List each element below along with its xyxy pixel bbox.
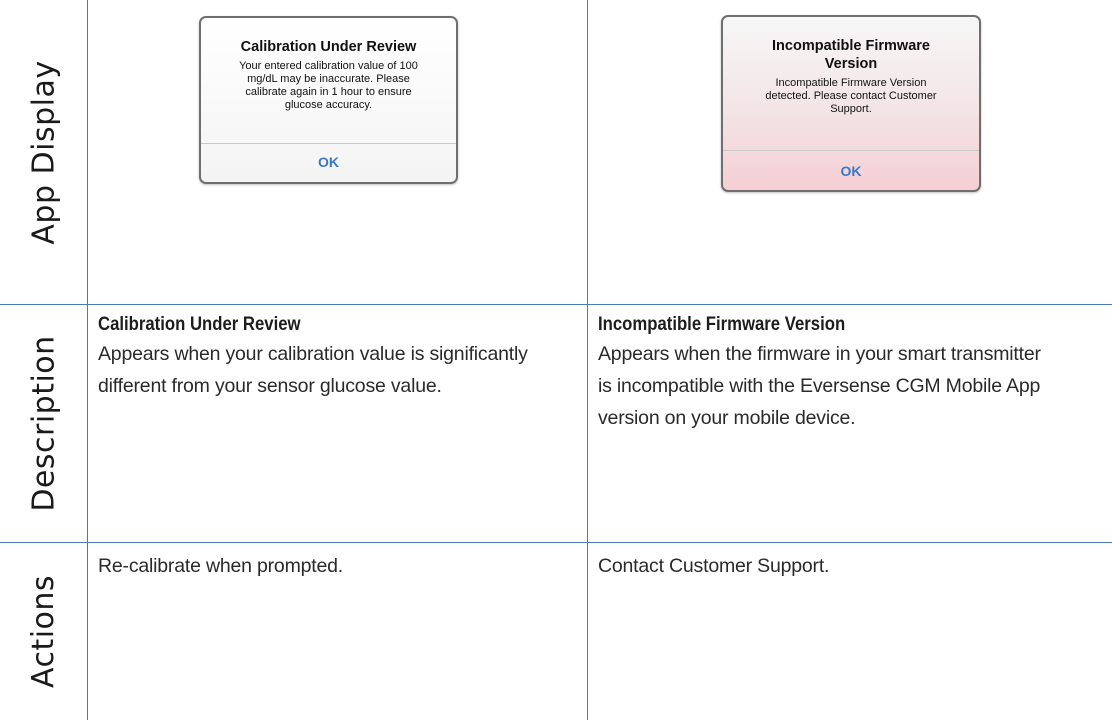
grid-horizontal-rule-1	[0, 304, 1112, 305]
description-cell-firmware: Incompatible Firmware Version Appears wh…	[588, 314, 1112, 434]
description-title: Calibration Under Review	[98, 314, 301, 335]
ok-button[interactable]: OK	[201, 154, 456, 170]
action-text: Re-calibrate when prompted.	[98, 555, 343, 577]
row-label-description-text: Description	[26, 335, 62, 512]
row-label-description: Description	[0, 305, 88, 542]
dialog-title: Incompatible Firmware Version	[772, 38, 930, 72]
description-body: Appears when your calibration value is s…	[98, 343, 528, 397]
row-label-app-display: App Display	[0, 0, 88, 304]
row-label-app-display-text: App Display	[26, 59, 62, 245]
action-cell-calibration: Re-calibrate when prompted.	[88, 550, 587, 582]
action-text: Contact Customer Support.	[598, 555, 830, 577]
action-cell-firmware: Contact Customer Support.	[588, 550, 1112, 582]
calibration-under-review-dialog: Calibration Under Review Your entered ca…	[199, 16, 458, 184]
grid-horizontal-rule-2	[0, 542, 1112, 543]
description-title: Incompatible Firmware Version	[598, 314, 846, 335]
row-label-actions: Actions	[0, 543, 88, 720]
dialog-message: Your entered calibration value of 100 mg…	[239, 60, 418, 111]
description-cell-calibration: Calibration Under Review Appears when yo…	[88, 314, 587, 402]
dialog-title: Calibration Under Review	[240, 39, 417, 55]
description-body: Appears when the firmware in your smart …	[598, 343, 1041, 429]
dialog-separator	[723, 150, 979, 151]
ok-button[interactable]: OK	[723, 163, 979, 179]
incompatible-firmware-dialog: Incompatible Firmware Version Incompatib…	[721, 15, 981, 192]
row-label-actions-text: Actions	[26, 574, 62, 689]
dialog-separator	[201, 143, 456, 144]
dialog-message: Incompatible Firmware Version detected. …	[765, 77, 937, 115]
